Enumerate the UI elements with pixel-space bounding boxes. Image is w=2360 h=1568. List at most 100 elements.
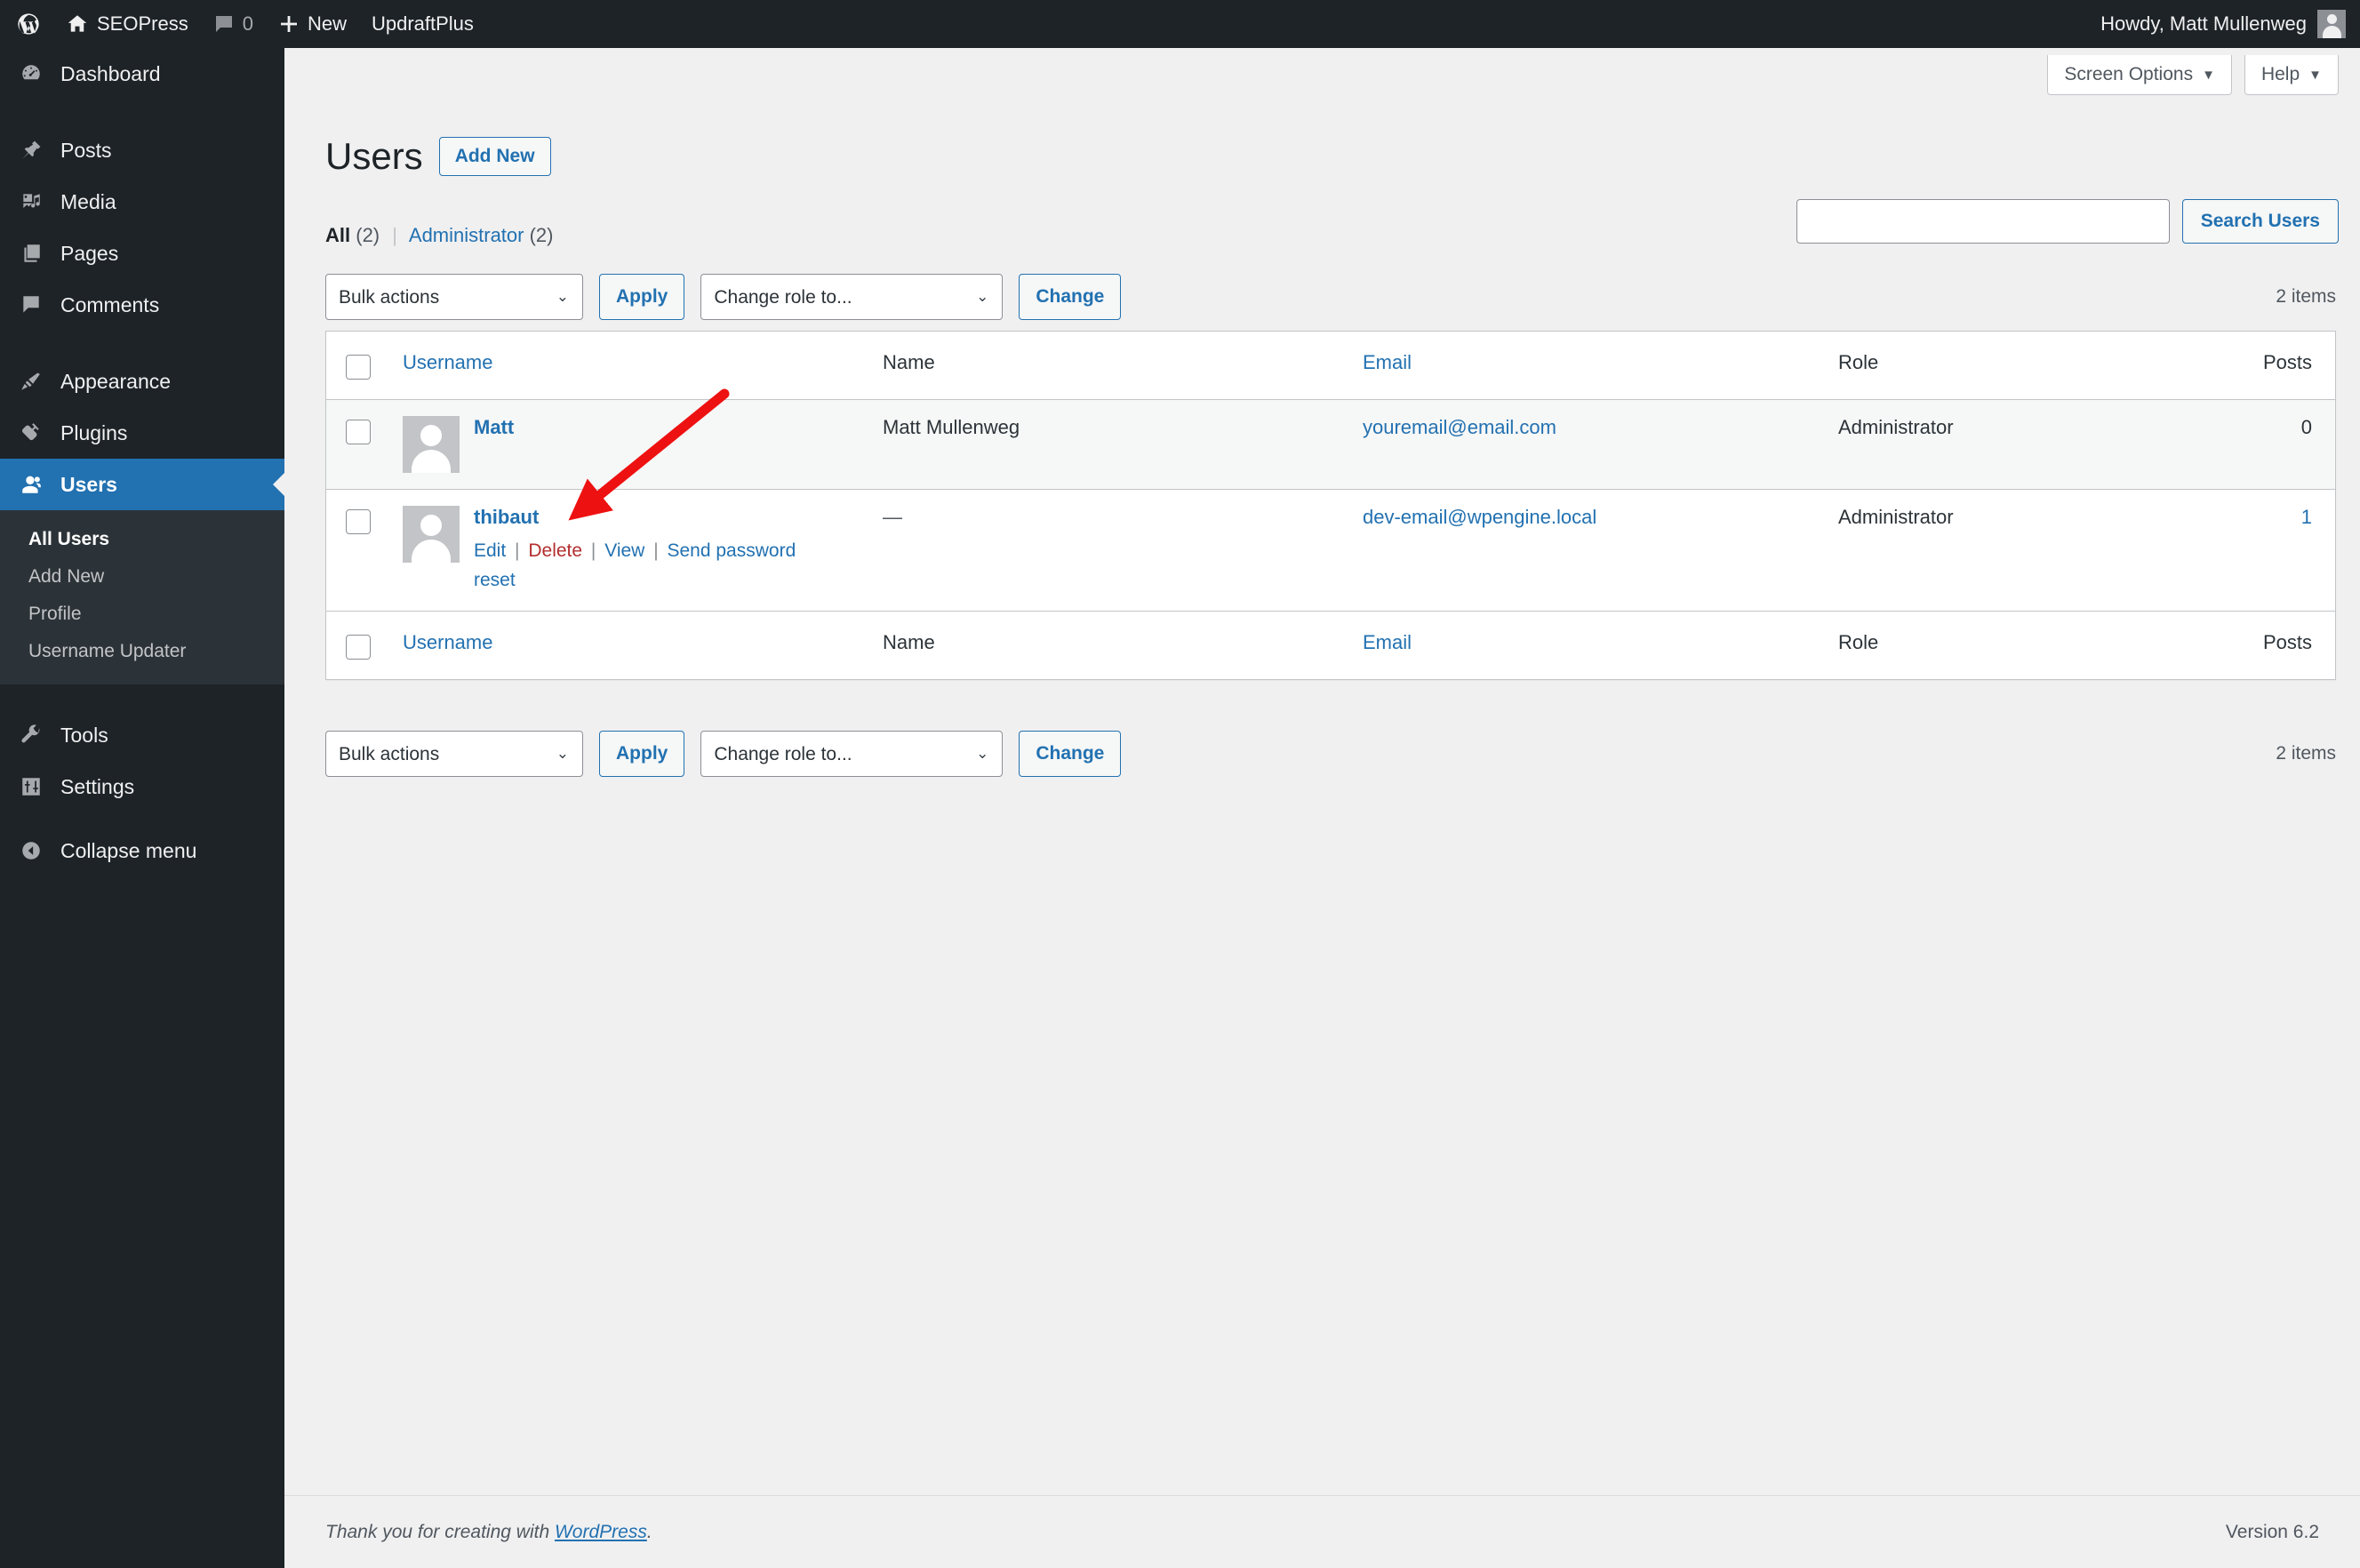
apply-button-top[interactable]: Apply [599, 274, 685, 320]
page-title-row: Users Add New [325, 137, 551, 176]
filter-count-administrator: (2) [529, 224, 554, 246]
sidebar-item-plugins[interactable]: Plugins [0, 407, 284, 459]
email-link-thibaut[interactable]: dev-email@wpengine.local [1363, 506, 1596, 528]
submenu-item-username-updater[interactable]: Username Updater [0, 633, 284, 670]
user-link-matt[interactable]: Matt [474, 416, 514, 438]
tablenav-bottom-controls: Bulk actions ⌄ Apply Change role to... ⌄… [325, 729, 2336, 779]
column-footer-name-label: Name [883, 631, 935, 654]
sidebar-item-label: Posts [60, 138, 112, 162]
change-role-select-wrap: Change role to... ⌄ [700, 274, 1004, 320]
avatar-body [412, 450, 451, 473]
dashboard-icon [16, 62, 46, 85]
sidebar-item-label: Dashboard [60, 61, 161, 85]
updraftplus-menu[interactable]: UpdraftPlus [359, 0, 486, 48]
table-header-row: Username Name Email Role Posts [326, 332, 2335, 400]
pages-icon [16, 242, 46, 265]
search-input[interactable] [1796, 199, 2170, 244]
user-role-filter-links: All (2) | Administrator (2) [325, 224, 554, 247]
column-footer-posts-label: Posts [2262, 631, 2312, 654]
help-button[interactable]: Help ▼ [2244, 55, 2339, 95]
sidebar-item-posts[interactable]: Posts [0, 124, 284, 176]
howdy-label[interactable]: Howdy, Matt Mullenweg [2100, 12, 2307, 36]
footer-thanks-suffix: . [646, 1521, 652, 1542]
column-header-posts: Posts [2206, 332, 2335, 394]
avatar [403, 506, 460, 563]
bulk-actions-select[interactable]: Bulk actions [325, 274, 583, 320]
bulk-actions-select-bottom[interactable]: Bulk actions [325, 731, 583, 777]
submenu-item-label: Add New [28, 566, 105, 587]
comment-count-label: 0 [242, 12, 253, 35]
add-new-user-button[interactable]: Add New [438, 137, 551, 176]
filter-link-all[interactable]: All [325, 224, 350, 246]
column-footer-role-label: Role [1838, 631, 1879, 654]
chevron-down-icon: ▼ [2202, 67, 2215, 83]
sidebar-item-pages[interactable]: Pages [0, 228, 284, 279]
user-link-thibaut[interactable]: thibaut [474, 506, 539, 528]
avatar-head [2326, 14, 2337, 24]
site-name-label: SEOPress [97, 12, 188, 35]
select-all-checkbox-top[interactable] [346, 355, 371, 380]
avatar[interactable] [2317, 10, 2346, 38]
tablenav-top-controls: Bulk actions ⌄ Apply Change role to... ⌄… [325, 272, 2336, 322]
view-user-link[interactable]: View [604, 540, 644, 561]
column-header-email-label: Email [1363, 351, 1412, 373]
bulk-actions-select-wrap-bottom: Bulk actions ⌄ [325, 731, 583, 777]
wordpress-logo-menu[interactable] [0, 0, 53, 48]
pin-icon [16, 139, 46, 162]
row-name-cell: Matt Mullenweg [883, 416, 1020, 438]
row-checkbox-thibaut[interactable] [346, 509, 371, 534]
admin-bar-right: Howdy, Matt Mullenweg [2100, 10, 2360, 38]
screen-options-button[interactable]: Screen Options ▼ [2047, 55, 2232, 95]
new-content-menu[interactable]: New [266, 0, 359, 48]
collapse-menu-button[interactable]: Collapse menu [0, 825, 284, 876]
sidebar-item-label: Media [60, 189, 116, 213]
change-role-button-top[interactable]: Change [1019, 274, 1122, 320]
sidebar-item-media[interactable]: Media [0, 176, 284, 228]
footer-thanks-prefix: Thank you for creating with [325, 1521, 555, 1542]
comments-menu[interactable]: 0 [201, 0, 266, 48]
sidebar-item-settings[interactable]: Settings [0, 761, 284, 812]
collapse-arrow-icon [16, 839, 46, 862]
submenu-item-all-users[interactable]: All Users [0, 521, 284, 558]
column-footer-username[interactable]: Username [388, 612, 868, 674]
email-link-matt[interactable]: youremail@email.com [1363, 416, 1556, 438]
column-header-email[interactable]: Email [1348, 332, 1824, 394]
column-header-username[interactable]: Username [388, 332, 868, 394]
site-name-menu[interactable]: SEOPress [53, 0, 201, 48]
sidebar-item-dashboard[interactable]: Dashboard [0, 48, 284, 100]
sidebar-item-appearance[interactable]: Appearance [0, 356, 284, 407]
row-checkbox-matt[interactable] [346, 420, 371, 444]
row-username-cell: Matt [388, 400, 868, 489]
admin-sidebar: Dashboard Posts Media Pages Comments App… [0, 48, 285, 1568]
change-role-select-bottom[interactable]: Change role to... [700, 731, 1004, 777]
posts-count-link[interactable]: 1 [2301, 506, 2312, 528]
avatar-head [420, 515, 442, 536]
edit-user-link[interactable]: Edit [474, 540, 506, 561]
column-footer-email[interactable]: Email [1348, 612, 1824, 674]
table-row: Matt Matt Mullenweg youremail@email.com … [326, 400, 2335, 490]
row-actions: Edit | Delete | View | Send password res… [474, 537, 829, 595]
username-text-block: Matt [474, 416, 514, 439]
select-all-checkbox-bottom[interactable] [346, 635, 371, 660]
username-block: thibaut Edit | Delete | View | Send pass… [403, 506, 854, 595]
users-submenu: All Users Add New Profile Username Updat… [0, 510, 284, 684]
search-users-button[interactable]: Search Users [2181, 199, 2339, 244]
main-content: Screen Options ▼ Help ▼ Users Add New Al… [284, 48, 2360, 1568]
filter-link-administrator[interactable]: Administrator [409, 224, 524, 246]
submenu-item-label: Username Updater [28, 641, 187, 661]
sidebar-item-comments[interactable]: Comments [0, 279, 284, 331]
change-role-button-bottom[interactable]: Change [1019, 731, 1122, 777]
submenu-item-profile[interactable]: Profile [0, 596, 284, 633]
delete-user-link[interactable]: Delete [528, 540, 582, 561]
table-footer-row: Username Name Email Role Posts [326, 612, 2335, 680]
sidebar-item-label: Appearance [60, 369, 172, 393]
submenu-item-add-new[interactable]: Add New [0, 558, 284, 596]
wordpress-link[interactable]: WordPress [555, 1522, 647, 1542]
sidebar-item-users[interactable]: Users [0, 459, 285, 510]
row-action-separator: | [590, 540, 596, 561]
change-role-select[interactable]: Change role to... [700, 274, 1004, 320]
apply-button-bottom[interactable]: Apply [599, 731, 685, 777]
column-footer-email-label: Email [1363, 631, 1412, 654]
sidebar-item-tools[interactable]: Tools [0, 709, 284, 761]
chevron-down-icon: ▼ [2308, 67, 2322, 83]
